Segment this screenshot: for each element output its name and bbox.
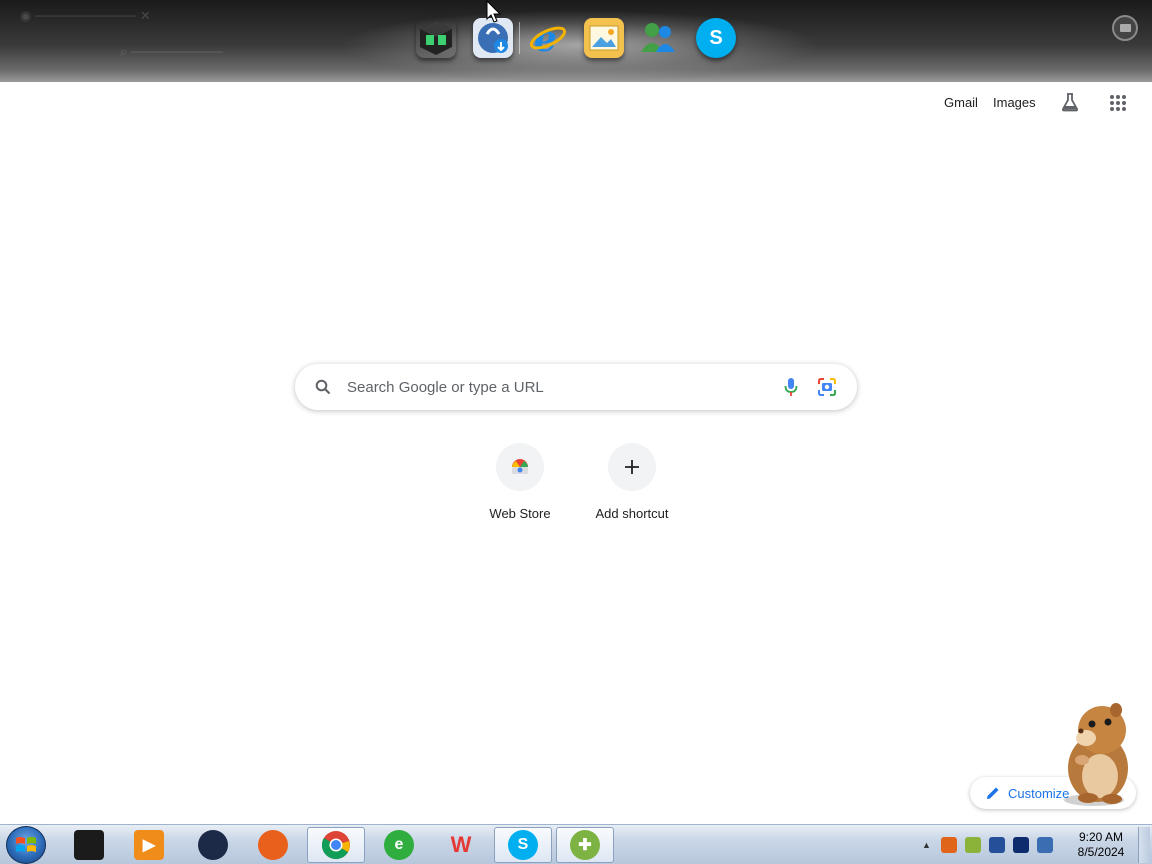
skype-icon: S bbox=[508, 830, 538, 860]
tray-app-orange-icon[interactable] bbox=[940, 837, 957, 853]
tray-expand-arrow-icon[interactable]: ▲ bbox=[922, 840, 931, 850]
tray-ie-icon[interactable] bbox=[1036, 837, 1053, 853]
taskbar-app-globe[interactable] bbox=[184, 827, 242, 863]
briefcase-icon[interactable] bbox=[1112, 15, 1138, 41]
search-box[interactable] bbox=[295, 364, 857, 410]
taskbar: ▶ e W S ✚ ▲ 9:20 AM 8/5/2024 bbox=[0, 824, 1152, 864]
taskbar-app-terminal[interactable] bbox=[60, 827, 118, 863]
dock-app-cube-icon[interactable] bbox=[416, 18, 456, 58]
dock-app-messenger-icon[interactable] bbox=[638, 18, 678, 58]
apps-grid-icon[interactable] bbox=[1110, 95, 1126, 111]
clock-time: 9:20 AM bbox=[1078, 830, 1124, 844]
firefox-icon bbox=[258, 830, 288, 860]
taskbar-app-wps[interactable]: W bbox=[432, 827, 490, 863]
plus-icon bbox=[608, 443, 656, 491]
gmail-link[interactable]: Gmail bbox=[944, 95, 978, 110]
dock-bar: ◉ ─────────── ✕ ⌕ ────────── e S bbox=[0, 0, 1152, 82]
tray-network-monitor-icon[interactable] bbox=[1012, 837, 1029, 853]
pencil-icon bbox=[987, 787, 999, 799]
webstore-icon bbox=[496, 443, 544, 491]
search-icon bbox=[315, 379, 331, 395]
clock-date: 8/5/2024 bbox=[1077, 845, 1125, 859]
taskbar-app-ie[interactable]: e bbox=[370, 827, 428, 863]
shortcut-label: Web Store bbox=[489, 506, 551, 521]
ghost-address-bar: ⌕ ────────── bbox=[120, 44, 223, 59]
terminal-icon bbox=[74, 830, 104, 860]
start-button[interactable] bbox=[6, 826, 46, 864]
wps-icon: W bbox=[450, 832, 472, 857]
taskbar-app-plus[interactable]: ✚ bbox=[556, 827, 614, 863]
dock-app-ie-icon[interactable]: e bbox=[528, 18, 568, 58]
search-input[interactable] bbox=[347, 376, 767, 398]
dock-app-photos-icon[interactable] bbox=[584, 18, 624, 58]
shortcut-add[interactable]: Add shortcut bbox=[576, 443, 688, 533]
shortcut-label: Add shortcut bbox=[595, 506, 669, 521]
labs-flask-icon[interactable] bbox=[1060, 92, 1080, 112]
voice-search-mic-icon[interactable] bbox=[783, 377, 799, 397]
green-plus-icon: ✚ bbox=[570, 830, 600, 860]
globe-icon bbox=[198, 830, 228, 860]
taskbar-app-firefox[interactable] bbox=[244, 827, 302, 863]
taskbar-app-skype[interactable]: S bbox=[494, 827, 552, 863]
taskbar-app-media[interactable]: ▶ bbox=[120, 827, 178, 863]
tray-security-shield-icon[interactable] bbox=[988, 837, 1005, 853]
chrome-icon bbox=[321, 831, 350, 860]
dock-app-skype-icon[interactable]: S bbox=[696, 18, 736, 58]
mouse-cursor-icon bbox=[486, 0, 502, 23]
windows-logo-icon bbox=[16, 837, 36, 852]
dock-app-download-icon[interactable] bbox=[473, 18, 513, 58]
tray-app-green-icon[interactable] bbox=[964, 837, 981, 853]
ghost-tab: ◉ ─────────── ✕ bbox=[20, 8, 151, 23]
system-clock[interactable]: 9:20 AM 8/5/2024 bbox=[1066, 830, 1136, 860]
show-desktop-button[interactable] bbox=[1138, 827, 1150, 863]
desktop-pet-hamster-icon[interactable] bbox=[1048, 700, 1140, 808]
taskbar-app-chrome[interactable] bbox=[307, 827, 365, 863]
media-player-icon: ▶ bbox=[134, 830, 164, 860]
shortcut-web-store[interactable]: Web Store bbox=[464, 443, 576, 533]
dock-glow bbox=[340, 10, 820, 80]
edge-legacy-icon: e bbox=[384, 830, 414, 860]
system-tray: ▲ bbox=[922, 825, 1061, 864]
google-lens-camera-icon[interactable] bbox=[817, 377, 837, 397]
dock-separator bbox=[519, 22, 520, 54]
images-link[interactable]: Images bbox=[993, 95, 1036, 110]
